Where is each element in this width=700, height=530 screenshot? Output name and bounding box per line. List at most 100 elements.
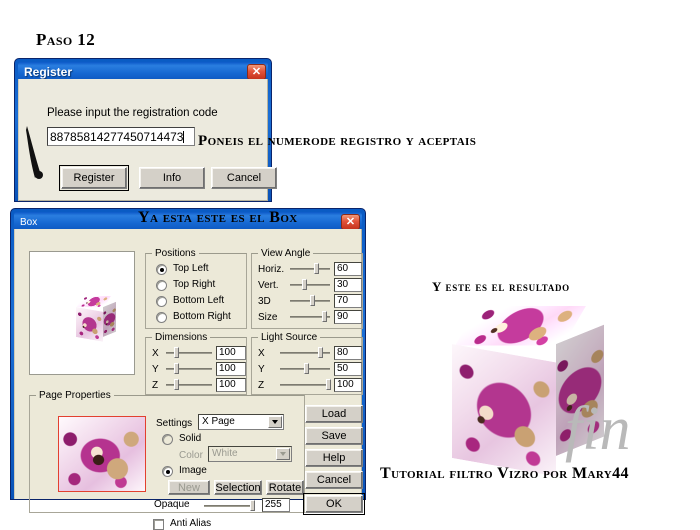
- slider-track-vert[interactable]: [290, 284, 330, 286]
- chevron-down-icon: [276, 448, 290, 460]
- light-source-legend: Light Source: [258, 332, 321, 343]
- box-dialog: Box ✕ Positions Top Left Top Right Botto…: [10, 208, 366, 530]
- info-button[interactable]: Info: [139, 167, 205, 189]
- fin-watermark: fin: [565, 395, 631, 463]
- slider-row-vert: Vert. 30: [258, 278, 362, 293]
- ok-button[interactable]: OK: [303, 493, 365, 515]
- annotation-credit: Tutorial filtro Vizro por Mary44: [380, 465, 629, 482]
- register-button[interactable]: Register: [59, 165, 129, 191]
- slider-label-dim-x: X: [152, 348, 159, 359]
- slider-row-size: Size 90: [258, 310, 362, 325]
- new-image-button: New: [168, 480, 210, 495]
- radio-image[interactable]: [162, 466, 173, 477]
- cancel-button[interactable]: Cancel: [305, 471, 363, 489]
- value-horiz[interactable]: 60: [334, 262, 362, 276]
- settings-label: Settings: [156, 418, 193, 429]
- slider-row-light-y: Y 50: [258, 362, 362, 377]
- slider-label-dim-y: Y: [152, 364, 159, 375]
- slider-track-dim-y[interactable]: [166, 368, 212, 370]
- radio-solid-label: Solid: [179, 433, 202, 444]
- color-label: Color: [179, 450, 203, 461]
- load-button[interactable]: Load: [305, 405, 363, 423]
- slider-thumb-light-x[interactable]: [318, 347, 323, 358]
- value-dim-z[interactable]: 100: [216, 378, 246, 392]
- slider-track-dim-z[interactable]: [166, 384, 212, 386]
- radio-bottom-left[interactable]: [156, 296, 167, 307]
- register-button-row: Register Info Cancel: [19, 165, 277, 191]
- page-image-thumbnail[interactable]: [58, 416, 146, 492]
- cube-preview-canvas[interactable]: [29, 251, 135, 375]
- register-title: Register: [24, 65, 73, 79]
- slider-track-dim-x[interactable]: [166, 352, 212, 354]
- slider-thumb-dim-y[interactable]: [174, 363, 179, 374]
- slider-row-light-z: Z 100: [258, 378, 362, 393]
- value-light-x[interactable]: 80: [334, 346, 362, 360]
- cancel-button[interactable]: Cancel: [211, 167, 277, 189]
- page-properties-legend: Page Properties: [36, 390, 114, 401]
- color-combo: White: [208, 446, 292, 462]
- radio-bottom-left-label: Bottom Left: [173, 295, 225, 306]
- radio-solid[interactable]: [162, 434, 173, 445]
- box-title: Box: [20, 216, 38, 228]
- page-image-art: [59, 417, 145, 491]
- opaque-label: Opaque: [154, 499, 190, 510]
- light-source-group: Light Source X 80 Y 50 Z 100: [251, 332, 363, 395]
- slider-label-size: Size: [258, 312, 278, 323]
- slider-label-vert: Vert.: [258, 280, 279, 291]
- value-light-z[interactable]: 100: [334, 378, 362, 392]
- slider-label-horiz: Horiz.: [258, 264, 285, 275]
- register-prompt-label: Please input the registration code: [47, 107, 218, 119]
- slider-thumb-horiz[interactable]: [314, 263, 319, 274]
- radio-top-right[interactable]: [156, 280, 167, 291]
- register-dialog: Register ✕ Please input the registration…: [14, 58, 277, 202]
- positions-group: Positions Top Left Top Right Bottom Left…: [145, 248, 247, 329]
- settings-combo[interactable]: X Page: [198, 414, 284, 430]
- value-vert[interactable]: 30: [334, 278, 362, 292]
- anti-alias-label: Anti Alias: [170, 518, 212, 529]
- slider-thumb-light-z[interactable]: [326, 379, 331, 390]
- value-light-y[interactable]: 50: [334, 362, 362, 376]
- selection-button[interactable]: Selection: [214, 480, 262, 495]
- slider-label-light-y: Y: [258, 364, 265, 375]
- close-icon[interactable]: ✕: [247, 64, 266, 80]
- chevron-down-icon[interactable]: [268, 416, 282, 428]
- rotate-button[interactable]: Rotate: [266, 480, 304, 495]
- value-3d[interactable]: 70: [334, 294, 362, 308]
- opaque-slider-track[interactable]: [204, 505, 254, 507]
- radio-top-right-label: Top Right: [173, 279, 216, 290]
- radio-top-left-label: Top Left: [173, 263, 209, 274]
- opaque-value[interactable]: 255: [262, 498, 290, 512]
- anti-alias-checkbox[interactable]: [153, 519, 164, 530]
- value-dim-x[interactable]: 100: [216, 346, 246, 360]
- annotation-result-note: Y este es el resultado: [432, 279, 570, 294]
- slider-row-dim-z: Z 100: [152, 378, 246, 393]
- registration-code-input[interactable]: 88785814277450714473: [47, 127, 195, 146]
- dimensions-group: Dimensions X 100 Y 100 Z 100: [145, 332, 247, 395]
- radio-top-left[interactable]: [156, 264, 167, 275]
- slider-row-dim-y: Y 100: [152, 362, 246, 377]
- save-button[interactable]: Save: [305, 427, 363, 445]
- box-client-area: Positions Top Left Top Right Bottom Left…: [14, 229, 365, 530]
- value-dim-y[interactable]: 100: [216, 362, 246, 376]
- annotation-box-title-note: Ya esta este es el Box: [138, 209, 298, 226]
- close-icon[interactable]: ✕: [341, 214, 360, 230]
- slider-thumb-dim-z[interactable]: [174, 379, 179, 390]
- slider-thumb-size[interactable]: [322, 311, 327, 322]
- slider-thumb-light-y[interactable]: [304, 363, 309, 374]
- slider-thumb-dim-x[interactable]: [174, 347, 179, 358]
- help-button[interactable]: Help: [305, 449, 363, 467]
- slider-track-light-z[interactable]: [280, 384, 330, 386]
- value-size[interactable]: 90: [334, 310, 362, 324]
- slider-label-light-z: Z: [258, 380, 265, 391]
- radio-bottom-right[interactable]: [156, 312, 167, 323]
- opaque-slider-thumb[interactable]: [250, 500, 255, 511]
- slider-thumb-3d[interactable]: [310, 295, 315, 306]
- slider-row-horiz: Horiz. 60: [258, 262, 362, 277]
- slider-thumb-vert[interactable]: [302, 279, 307, 290]
- slider-row-light-x: X 80: [258, 346, 362, 361]
- slider-row-dim-x: X 100: [152, 346, 246, 361]
- settings-combo-value: X Page: [202, 416, 235, 427]
- slider-label-light-x: X: [258, 348, 265, 359]
- slider-track-horiz[interactable]: [290, 268, 330, 270]
- preview-cube-graphic: [76, 296, 116, 342]
